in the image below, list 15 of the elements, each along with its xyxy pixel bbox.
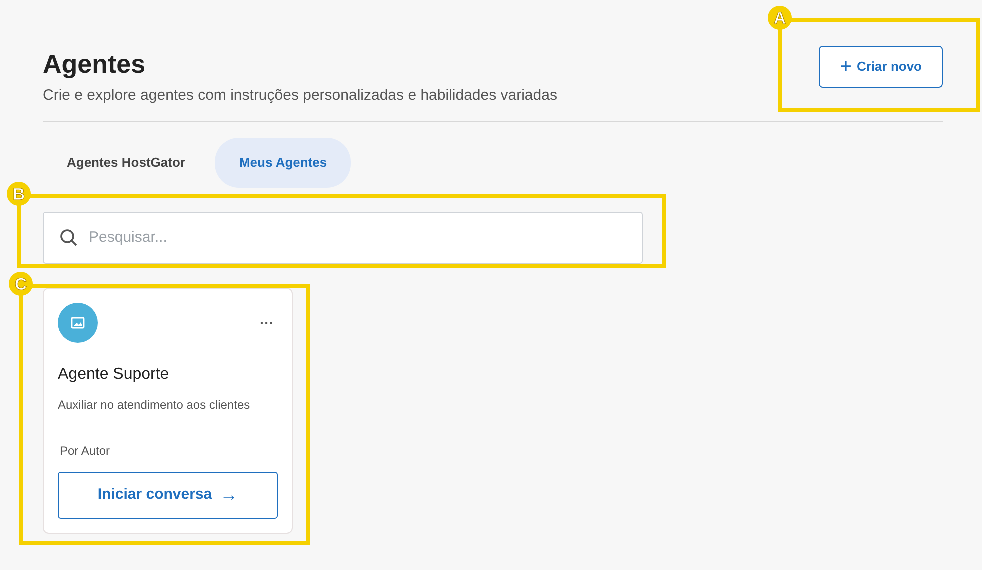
tab[interactable]: Meus Agentes bbox=[215, 138, 352, 188]
avatar-icon bbox=[58, 302, 98, 343]
search-field[interactable]: Pesquisar... bbox=[43, 212, 643, 264]
more-options-button[interactable]: ··· bbox=[256, 316, 278, 330]
annotation-label: C bbox=[9, 272, 33, 296]
agent-description: Auxiliar no atendimento aos clientes bbox=[58, 396, 252, 414]
page-title: Agentes bbox=[43, 50, 147, 79]
start-conversation-button[interactable]: Iniciar conversa → bbox=[58, 472, 278, 519]
annotation-label: B bbox=[7, 182, 31, 206]
page-subtitle: Crie e explore agentes com instruções personalizadas e habilidades variadas bbox=[43, 86, 558, 106]
tab[interactable]: Agentes HostGator bbox=[43, 138, 210, 188]
annotation-label: A bbox=[768, 6, 792, 30]
agent-author: Por Autor bbox=[60, 442, 112, 460]
agent-name: Agente Suporte bbox=[58, 364, 170, 385]
create-new-button[interactable]: + Criar novo bbox=[819, 46, 943, 88]
